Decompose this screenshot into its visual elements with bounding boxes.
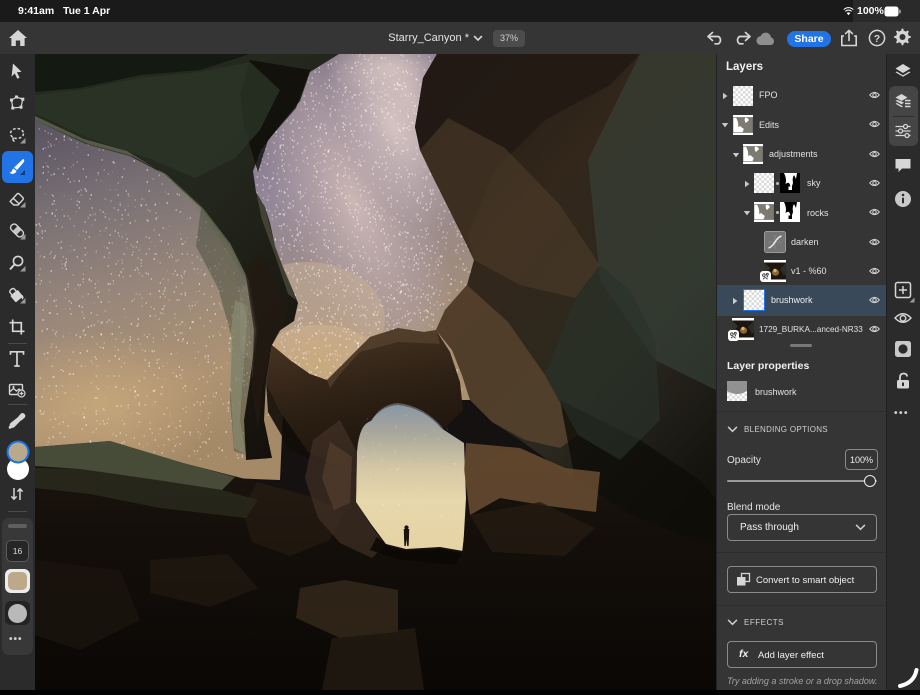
svg-text:?: ? bbox=[874, 33, 880, 45]
